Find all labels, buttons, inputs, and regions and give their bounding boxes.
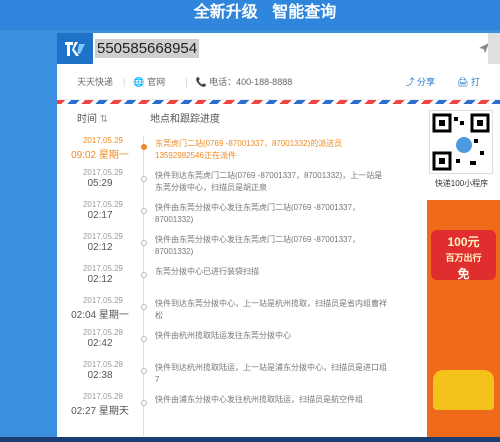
event-description: 快件由东莞分拨中心发往东莞虎门二站(0769 -87001337，8700133…: [155, 203, 360, 224]
timeline-dot-icon: [141, 272, 147, 278]
timeline-dot-icon: [141, 368, 147, 374]
side-panel: 快递100小程序 100元 百万出行 免: [423, 110, 500, 437]
event-description: 快件到达东莞虎门二站(0769 -87001337，87001332)，上一站是…: [155, 171, 383, 192]
event-time: 02:12: [87, 242, 113, 253]
timeline-dot-icon: [141, 336, 147, 342]
event-date: 2017.05.29: [82, 264, 124, 273]
event-description: 东莞虎门二站(0769 -87001337，87001332)的派送员13592…: [155, 139, 343, 160]
search-bar: 550585668954: [57, 33, 500, 64]
event-description: 快件由浦东分拨中心发往杭州揽取陆运，扫描员是航空件组: [155, 395, 363, 404]
event-description: 东莞分拨中心已进行装袋扫描: [155, 267, 259, 276]
taxi-car-icon: [433, 370, 494, 410]
promo-header: 全新升级 智能查询: [0, 0, 500, 30]
divider: |: [123, 76, 126, 87]
event-description: 快件由东莞分拨中心发往东莞虎门二站(0769 -87001337，8700133…: [155, 235, 360, 256]
carrier-info-row: 天天快递 | 🌐 官网 | 📞 电话：400-188-8888 ⤴ 分享 🖨 打: [57, 64, 500, 100]
result-panel: 天天快递 | 🌐 官网 | 📞 电话：400-188-8888 ⤴ 分享 🖨 打…: [57, 64, 500, 437]
scrollbar[interactable]: [488, 33, 500, 64]
event-time: 02:38: [87, 370, 113, 381]
column-place-header: 地点和跟踪进度: [150, 114, 220, 125]
event-time: 02:27 星期天: [71, 406, 129, 417]
column-time-header[interactable]: 时间 ⇅: [77, 110, 108, 125]
event-time: 09:02 星期一: [71, 150, 129, 161]
timeline-dot-icon: [141, 144, 147, 150]
kuaidi-logo-icon[interactable]: [57, 33, 93, 64]
ad-badge: 100元 百万出行 免: [431, 230, 496, 281]
event-date: 2017.05.29: [82, 136, 124, 145]
event-date: 2017.05.28: [82, 328, 124, 337]
divider: |: [185, 76, 188, 87]
qr-code-icon[interactable]: [429, 110, 493, 174]
event-date: 2017.05.29: [82, 168, 124, 177]
event-date: 2017.05.28: [82, 392, 124, 401]
website-link[interactable]: 🌐 官网: [133, 75, 175, 88]
timeline-dot-icon: [141, 304, 147, 310]
search-input[interactable]: 550585668954: [95, 39, 200, 58]
promo-title-2: 智能查询: [272, 4, 337, 21]
event-description: 快件到达东莞分拨中心，上一站是杭州揽取，扫描员是省内组曹祥松: [155, 299, 387, 320]
promo-title-1: 全新升级: [193, 4, 258, 21]
qr-caption: 快递100小程序: [434, 179, 489, 188]
event-time: 02:17: [87, 210, 113, 221]
phone-text: 📞 电话：400-188-8888: [195, 77, 293, 87]
event-time: 05:29: [87, 178, 113, 189]
event-time: 02:04 星期一: [71, 310, 129, 321]
event-date: 2017.05.29: [82, 232, 124, 241]
taskbar[interactable]: [0, 437, 500, 442]
timeline-dot-icon: [141, 240, 147, 246]
airmail-stripe: [57, 100, 500, 104]
share-button[interactable]: ⤴ 分享: [406, 75, 446, 88]
event-date: 2017.05.28: [82, 360, 124, 369]
event-date: 2017.05.29: [82, 296, 124, 305]
event-description: 快件到达杭州揽取陆运，上一站是浦东分拨中心，扫描员是进口组7: [155, 363, 387, 384]
event-time: 02:12: [87, 274, 113, 285]
timeline-dot-icon: [141, 400, 147, 406]
timeline-dot-icon: [141, 208, 147, 214]
event-date: 2017.05.29: [82, 200, 124, 209]
ad-banner[interactable]: 100元 百万出行 免: [427, 200, 500, 437]
event-time: 02:42: [87, 338, 113, 349]
carrier-name: 天天快递: [77, 77, 114, 87]
timeline-dot-icon: [141, 176, 147, 182]
print-button[interactable]: 🖨 打: [457, 75, 490, 88]
event-description: 快件由杭州揽取陆运发往东莞分拨中心: [155, 331, 291, 340]
